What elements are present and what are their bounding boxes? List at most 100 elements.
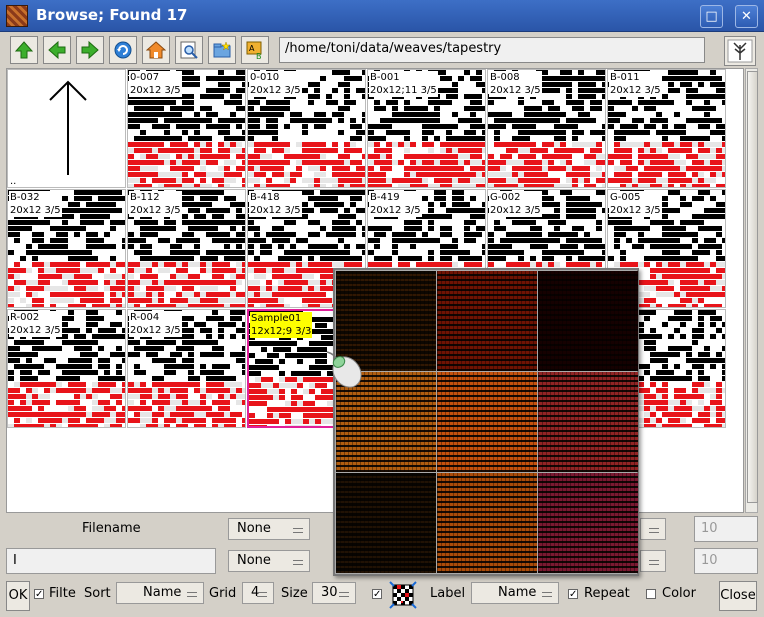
sort-dropdown[interactable]: Name: [116, 582, 204, 604]
tree-view-button[interactable]: [724, 36, 756, 66]
thumbnail-cell[interactable]: B-112 20x12 3/5: [127, 189, 246, 308]
image-label-button[interactable]: AB: [241, 36, 269, 64]
filter-dropdown-2[interactable]: None: [228, 550, 310, 572]
thumbnail-label: G-002 20x12 3/5: [489, 191, 542, 217]
title-bar: Browse; Found 17 □ ✕: [0, 0, 764, 32]
thumbnail-name: B-001: [370, 72, 400, 83]
thumbnail-info: 20x12 3/5: [250, 85, 301, 96]
thumbnail-label: B-112 20x12 3/5: [129, 191, 182, 217]
thumbnail-cell[interactable]: R-004 20x12 3/5: [127, 309, 246, 428]
thumbnail-info: 20x12 3/5: [370, 205, 421, 216]
scrollbar-thumb[interactable]: [747, 71, 758, 503]
filter-dropdown-4[interactable]: [640, 550, 666, 572]
tree-icon: [727, 39, 753, 63]
thumbnail-info: 20x12 3/5: [610, 205, 661, 216]
preview-weave-texture: [437, 271, 537, 371]
thumbnail-name: G-005: [610, 192, 641, 203]
home-icon: [146, 41, 166, 59]
pattern-checkbox[interactable]: ✓: [372, 589, 382, 600]
filter-dropdown-3[interactable]: [640, 518, 666, 540]
home-button[interactable]: [142, 36, 170, 64]
dropdown-arrow-icon: [339, 592, 349, 597]
thumbnail-info: 12x12;9 3/3: [251, 326, 312, 337]
number-input-2[interactable]: 10: [694, 548, 758, 574]
size-label: Size: [281, 586, 308, 601]
fabric-preview-popup: [326, 268, 639, 576]
color-checkbox[interactable]: [646, 589, 656, 599]
color-label: Color: [662, 586, 696, 601]
thumbnail-name: B-112: [130, 192, 160, 203]
repeat-label: Repeat: [584, 586, 630, 601]
open-folder-button[interactable]: [208, 36, 236, 64]
preview-swatch: [437, 271, 537, 371]
arrow-up-icon: [14, 41, 34, 59]
thumbnail-info: 20x12 3/5: [10, 325, 61, 336]
thumbnail-cell[interactable]: R-002 20x12 3/5: [7, 309, 126, 428]
number-value: 10: [701, 553, 718, 568]
preview-swatch: [437, 473, 537, 573]
thumbnail-info: 20x12 3/5: [130, 325, 181, 336]
close-window-button[interactable]: ✕: [735, 5, 758, 28]
refresh-button[interactable]: [109, 36, 137, 64]
thumbnail-cell[interactable]: B-011 20x12 3/5: [607, 69, 726, 188]
preview-swatch: [538, 271, 638, 371]
forward-button[interactable]: [76, 36, 104, 64]
filter-checkbox[interactable]: ✓: [34, 589, 44, 600]
label-value: Name: [498, 585, 537, 600]
grid-dropdown[interactable]: 4: [242, 582, 274, 604]
back-button[interactable]: [43, 36, 71, 64]
vertical-scrollbar[interactable]: [745, 68, 758, 513]
dropdown-arrow-icon: [649, 560, 659, 565]
zoom-button[interactable]: [175, 36, 203, 64]
preview-weave-texture: [336, 473, 436, 573]
number-input-1[interactable]: 10: [694, 516, 758, 542]
maximize-button[interactable]: □: [700, 5, 723, 28]
path-field[interactable]: /home/toni/data/weaves/tapestry: [279, 37, 705, 63]
dropdown-arrow-icon: [293, 560, 303, 565]
preview-weave-texture: [437, 473, 537, 573]
thumbnail-info: 20x12 3/5: [130, 205, 181, 216]
thumbnail-name: B-032: [10, 192, 40, 203]
thumbnail-cell[interactable]: B-001 20x12;11 3/5: [367, 69, 486, 188]
thumbnail-cell[interactable]: 0-007 20x12 3/5: [127, 69, 246, 188]
thumbnail-name: 0-007: [130, 72, 160, 83]
preview-weave-texture: [437, 372, 537, 472]
dropdown-arrow-icon: [187, 592, 197, 597]
thumbnail-label: B-001 20x12;11 3/5: [369, 71, 438, 97]
thumbnail-cell[interactable]: ..: [7, 69, 126, 188]
label-dropdown[interactable]: Name: [471, 582, 559, 604]
ok-button[interactable]: OK: [6, 581, 30, 611]
grid-label: Grid: [209, 586, 237, 601]
thumbnail-info: 20x12 3/5: [130, 85, 181, 96]
up-button[interactable]: [10, 36, 38, 64]
checker-pattern-icon[interactable]: [389, 581, 417, 609]
filename-input[interactable]: I: [6, 548, 216, 574]
filter-dropdown-1[interactable]: None: [228, 518, 310, 540]
mouse-icon: [326, 351, 362, 388]
dropdown-value: None: [237, 553, 271, 568]
preview-weave-texture: [538, 473, 638, 573]
thumbnail-cell[interactable]: 0-010 20x12 3/5: [247, 69, 366, 188]
thumbnail-info: 20x12 3/5: [490, 205, 541, 216]
thumbnail-name: B-011: [610, 72, 640, 83]
sort-value: Name: [143, 585, 182, 600]
zoom-icon: [180, 41, 198, 59]
size-dropdown[interactable]: 30: [312, 582, 356, 604]
thumbnail-label: B-008 20x12 3/5: [489, 71, 542, 97]
svg-text:B: B: [256, 52, 262, 60]
thumbnail-name: R-002: [10, 312, 40, 323]
sort-label: Sort: [84, 586, 111, 601]
thumbnail-cell[interactable]: B-032 20x12 3/5: [7, 189, 126, 308]
dropdown-arrow-icon: [649, 528, 659, 533]
thumbnail-info: 20x12 3/5: [10, 205, 61, 216]
thumbnail-label: Sample01 12x12;9 3/3: [250, 312, 313, 338]
thumbnail-cell[interactable]: B-008 20x12 3/5: [487, 69, 606, 188]
dropdown-value: None: [237, 521, 271, 536]
thumbnail-label: B-418 20x12 3/5: [249, 191, 302, 217]
close-button[interactable]: Close: [719, 581, 757, 611]
thumbnail-info: 20x12 3/5: [250, 205, 301, 216]
thumbnail-label: R-004 20x12 3/5: [129, 311, 182, 337]
arrow-left-icon: [48, 40, 66, 60]
cursor-icon: I: [13, 553, 17, 568]
repeat-checkbox[interactable]: ✓: [568, 589, 578, 600]
